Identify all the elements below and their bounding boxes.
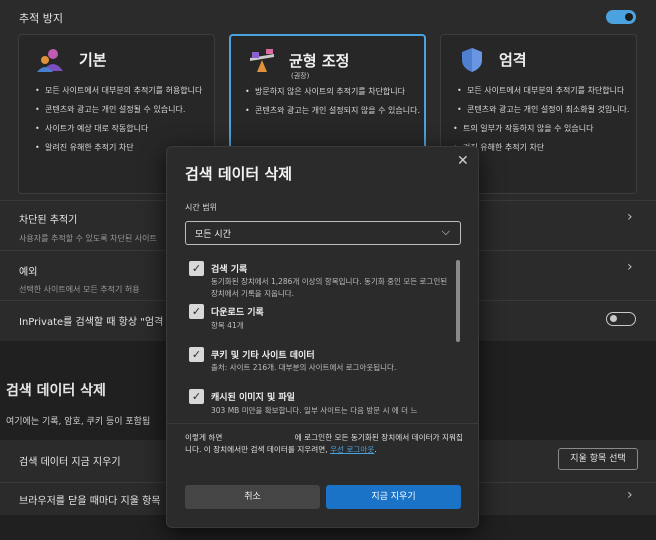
divider [167, 423, 478, 424]
card-bullets: 모든 사이트에서 대부분의 추적기를 차단합니다 콘텐츠와 광고는 개인 설정이… [453, 85, 643, 161]
dialog-title: 검색 데이터 삭제 [185, 165, 293, 183]
item-desc: 항목 41개 [211, 321, 244, 330]
bullet: 모든 사이트에서 대부분의 추적기를 차단합니다 [457, 85, 643, 96]
bullet: 콘텐츠와 광고는 개인 설정이 최소화될 것입니다. [457, 104, 643, 115]
item-desc: 출처: 사이트 216개. 대부분의 사이트에서 로그아웃됩니다. [211, 363, 397, 372]
bullet: 사이트가 예상 대로 작동합니다 [35, 123, 221, 134]
download-history-checkbox[interactable]: ✓ [189, 304, 204, 319]
chevron-down-icon: ⌵ [441, 225, 450, 238]
item-desc: 303 MB 미만을 확보합니다. 일부 사이트는 다음 방문 시 에 더 느 [211, 406, 418, 415]
note-end: . [374, 445, 377, 454]
item-title: 검색 기록 [211, 265, 248, 275]
sign-out-first-link[interactable]: 우선 로그아웃 [330, 445, 374, 454]
card-bullets: 방문하지 않은 사이트의 추적기를 차단합니다 콘텐츠와 광고는 개인 설정되지… [243, 86, 431, 124]
clear-data-section-title: 검색 데이터 삭제 [6, 383, 106, 399]
sync-note: 이렇게 하면 에 로그인한 모든 동기화된 장치에서 데이터가 지워집니다. 이… [185, 432, 465, 456]
clear-data-section-desc: 여기에는 기록, 암호, 쿠키 등이 포함됩 [6, 417, 151, 427]
balance-icon [250, 49, 274, 72]
item-desc: 동기화된 장치에서 1,286개 이상의 항목입니다. 동기화 중인 모든 로그… [211, 277, 448, 298]
chevron-right-icon: › [627, 259, 633, 275]
item-title: 다운로드 기록 [211, 308, 264, 318]
card-title: 엄격 [499, 51, 527, 69]
clear-now-button[interactable]: 지금 지우기 [326, 485, 461, 509]
people-icon [37, 49, 63, 72]
row-title: 예외 [19, 267, 38, 278]
note-text: 이렇게 하면 에 로그인한 모든 동기화된 장치에서 데이터가 지워집니다. 이… [185, 433, 463, 454]
time-range-select[interactable]: 모든 시간 ⌵ [185, 221, 461, 245]
item-title: 쿠키 및 기타 사이트 데이터 [211, 351, 315, 361]
cancel-button[interactable]: 취소 [185, 485, 320, 509]
bullet: 방문하지 않은 사이트의 추적기를 차단합니다 [245, 86, 431, 97]
row-desc: 사용자를 추적할 수 있도록 차단된 사이트 [19, 234, 157, 243]
row-title: 브라우저를 닫을 때마다 지울 항목 [19, 496, 161, 507]
clear-browsing-data-dialog: 검색 데이터 삭제 ✕ 시간 범위 모든 시간 ⌵ ✓ 검색 기록 동기화된 장… [166, 146, 479, 528]
choose-what-to-clear-button[interactable]: 지울 항목 선택 [558, 448, 638, 470]
recommended-label: (권장) [291, 72, 310, 80]
row-desc: 선택한 사이트에서 모든 추적기 허용 [19, 285, 140, 294]
inprivate-strict-toggle[interactable] [606, 312, 636, 326]
chevron-right-icon: › [627, 487, 633, 503]
cookies-checkbox[interactable]: ✓ [189, 347, 204, 362]
bullet: 콘텐츠와 광고는 개인 설정될 수 있습니다. [35, 104, 221, 115]
tracking-prevention-title: 추적 방지 [19, 12, 63, 25]
cached-images-checkbox[interactable]: ✓ [189, 389, 204, 404]
dialog-scrollbar[interactable] [456, 260, 460, 342]
close-icon[interactable]: ✕ [457, 153, 469, 169]
bullet: 려진 유해한 추적기 차단 [453, 142, 643, 153]
bullet: 모든 사이트에서 대부분의 추적기를 허용합니다 [35, 85, 221, 96]
row-title: 차단된 추적기 [19, 215, 78, 226]
bullet: 콘텐츠와 광고는 개인 설정되지 않을 수 있습니다. [245, 105, 431, 116]
browsing-history-checkbox[interactable]: ✓ [189, 261, 204, 276]
bullet: 트의 일부가 작동하지 않을 수 있습니다 [453, 123, 643, 134]
shield-icon [462, 48, 482, 72]
tracking-header [0, 0, 656, 30]
row-title: InPrivate를 검색할 때 항상 "엄격 [19, 317, 164, 328]
tracking-prevention-toggle[interactable] [606, 10, 636, 24]
time-range-value: 모든 시간 [195, 230, 231, 240]
time-range-label: 시간 범위 [185, 203, 217, 212]
row-title: 검색 데이터 지금 지우기 [19, 457, 121, 468]
card-title: 기본 [79, 51, 107, 69]
chevron-right-icon: › [627, 209, 633, 225]
card-title: 균형 조정 [289, 52, 350, 70]
item-title: 캐시된 이미지 및 파일 [211, 393, 295, 403]
